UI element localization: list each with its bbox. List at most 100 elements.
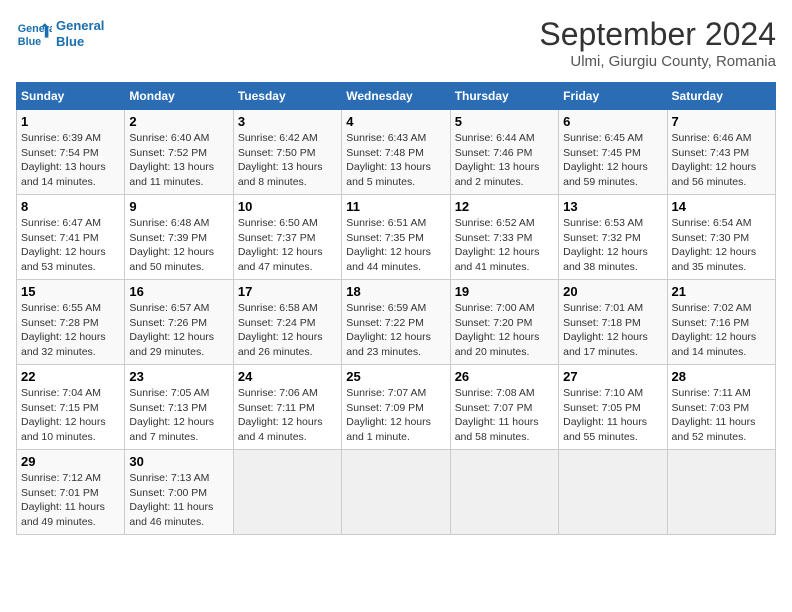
calendar-cell: 3 Sunrise: 6:42 AM Sunset: 7:50 PM Daylig… xyxy=(233,110,341,195)
day-number: 2 xyxy=(129,114,228,129)
day-info: Sunrise: 6:44 AM Sunset: 7:46 PM Dayligh… xyxy=(455,131,554,190)
day-number: 8 xyxy=(21,199,120,214)
calendar-cell: 13Sunrise: 6:53 AM Sunset: 7:32 PM Dayli… xyxy=(559,195,667,280)
day-info: Sunrise: 6:54 AM Sunset: 7:30 PM Dayligh… xyxy=(672,216,771,275)
calendar-cell: 29 Sunrise: 7:12 AM Sunset: 7:01 PM Dayli… xyxy=(17,450,125,535)
day-info: Sunrise: 6:55 AM Sunset: 7:28 PM Dayligh… xyxy=(21,301,120,360)
day-info: Sunrise: 6:52 AM Sunset: 7:33 PM Dayligh… xyxy=(455,216,554,275)
calendar-cell: 9 Sunrise: 6:48 AM Sunset: 7:39 PM Daylig… xyxy=(125,195,233,280)
calendar-table: SundayMondayTuesdayWednesdayThursdayFrid… xyxy=(16,82,776,535)
day-info: Sunrise: 6:40 AM Sunset: 7:52 PM Dayligh… xyxy=(129,131,228,190)
day-info: Sunrise: 7:05 AM Sunset: 7:13 PM Dayligh… xyxy=(129,386,228,445)
day-info: Sunrise: 6:43 AM Sunset: 7:48 PM Dayligh… xyxy=(346,131,445,190)
day-number: 7 xyxy=(672,114,771,129)
svg-text:Blue: Blue xyxy=(18,36,41,48)
page-subtitle: Ulmi, Giurgiu County, Romania xyxy=(539,53,776,70)
page-title: September 2024 xyxy=(539,16,776,53)
calendar-cell: 10Sunrise: 6:50 AM Sunset: 7:37 PM Dayli… xyxy=(233,195,341,280)
logo-line1: General xyxy=(56,18,104,33)
calendar-week-row: 8 Sunrise: 6:47 AM Sunset: 7:41 PM Daylig… xyxy=(17,195,776,280)
logo: General Blue General Blue xyxy=(16,16,104,52)
day-number: 27 xyxy=(563,369,662,384)
calendar-cell: 24Sunrise: 7:06 AM Sunset: 7:11 PM Dayli… xyxy=(233,365,341,450)
calendar-week-row: 1 Sunrise: 6:39 AM Sunset: 7:54 PM Daylig… xyxy=(17,110,776,195)
calendar-cell: 2 Sunrise: 6:40 AM Sunset: 7:52 PM Daylig… xyxy=(125,110,233,195)
day-number: 13 xyxy=(563,199,662,214)
day-number: 11 xyxy=(346,199,445,214)
calendar-cell: 17Sunrise: 6:58 AM Sunset: 7:24 PM Dayli… xyxy=(233,280,341,365)
day-info: Sunrise: 6:59 AM Sunset: 7:22 PM Dayligh… xyxy=(346,301,445,360)
day-number: 3 xyxy=(238,114,337,129)
day-number: 23 xyxy=(129,369,228,384)
column-header-tuesday: Tuesday xyxy=(233,83,341,110)
day-info: Sunrise: 7:08 AM Sunset: 7:07 PM Dayligh… xyxy=(455,386,554,445)
day-number: 4 xyxy=(346,114,445,129)
day-info: Sunrise: 6:48 AM Sunset: 7:39 PM Dayligh… xyxy=(129,216,228,275)
day-number: 9 xyxy=(129,199,228,214)
calendar-cell xyxy=(559,450,667,535)
day-number: 1 xyxy=(21,114,120,129)
column-header-wednesday: Wednesday xyxy=(342,83,450,110)
day-info: Sunrise: 7:11 AM Sunset: 7:03 PM Dayligh… xyxy=(672,386,771,445)
calendar-cell: 20Sunrise: 7:01 AM Sunset: 7:18 PM Dayli… xyxy=(559,280,667,365)
column-header-friday: Friday xyxy=(559,83,667,110)
day-info: Sunrise: 7:04 AM Sunset: 7:15 PM Dayligh… xyxy=(21,386,120,445)
calendar-cell: 18 Sunrise: 6:59 AM Sunset: 7:22 PM Dayli… xyxy=(342,280,450,365)
calendar-cell xyxy=(667,450,775,535)
calendar-cell xyxy=(342,450,450,535)
day-info: Sunrise: 6:42 AM Sunset: 7:50 PM Dayligh… xyxy=(238,131,337,190)
calendar-cell xyxy=(233,450,341,535)
calendar-cell: 14 Sunrise: 6:54 AM Sunset: 7:30 PM Dayli… xyxy=(667,195,775,280)
day-number: 26 xyxy=(455,369,554,384)
calendar-cell: 12 Sunrise: 6:52 AM Sunset: 7:33 PM Dayli… xyxy=(450,195,558,280)
calendar-week-row: 22Sunrise: 7:04 AM Sunset: 7:15 PM Dayli… xyxy=(17,365,776,450)
calendar-cell: 5 Sunrise: 6:44 AM Sunset: 7:46 PM Daylig… xyxy=(450,110,558,195)
day-info: Sunrise: 7:13 AM Sunset: 7:00 PM Dayligh… xyxy=(129,471,228,530)
day-info: Sunrise: 7:00 AM Sunset: 7:20 PM Dayligh… xyxy=(455,301,554,360)
day-info: Sunrise: 6:57 AM Sunset: 7:26 PM Dayligh… xyxy=(129,301,228,360)
calendar-week-row: 29 Sunrise: 7:12 AM Sunset: 7:01 PM Dayli… xyxy=(17,450,776,535)
column-header-sunday: Sunday xyxy=(17,83,125,110)
page-header: General Blue General Blue September 2024… xyxy=(16,16,776,70)
calendar-week-row: 15 Sunrise: 6:55 AM Sunset: 7:28 PM Dayli… xyxy=(17,280,776,365)
calendar-cell: 7Sunrise: 6:46 AM Sunset: 7:43 PM Daylig… xyxy=(667,110,775,195)
logo-text: General Blue xyxy=(56,18,104,49)
logo-line2: Blue xyxy=(56,34,84,49)
day-number: 12 xyxy=(455,199,554,214)
day-number: 18 xyxy=(346,284,445,299)
day-number: 20 xyxy=(563,284,662,299)
calendar-cell: 1 Sunrise: 6:39 AM Sunset: 7:54 PM Daylig… xyxy=(17,110,125,195)
day-number: 10 xyxy=(238,199,337,214)
day-number: 16 xyxy=(129,284,228,299)
day-number: 24 xyxy=(238,369,337,384)
day-number: 28 xyxy=(672,369,771,384)
day-info: Sunrise: 6:58 AM Sunset: 7:24 PM Dayligh… xyxy=(238,301,337,360)
calendar-cell: 26 Sunrise: 7:08 AM Sunset: 7:07 PM Dayli… xyxy=(450,365,558,450)
title-block: September 2024 Ulmi, Giurgiu County, Rom… xyxy=(539,16,776,70)
calendar-cell: 30 Sunrise: 7:13 AM Sunset: 7:00 PM Dayli… xyxy=(125,450,233,535)
calendar-cell: 6Sunrise: 6:45 AM Sunset: 7:45 PM Daylig… xyxy=(559,110,667,195)
day-info: Sunrise: 7:10 AM Sunset: 7:05 PM Dayligh… xyxy=(563,386,662,445)
day-number: 30 xyxy=(129,454,228,469)
day-info: Sunrise: 6:39 AM Sunset: 7:54 PM Dayligh… xyxy=(21,131,120,190)
day-info: Sunrise: 7:12 AM Sunset: 7:01 PM Dayligh… xyxy=(21,471,120,530)
calendar-cell: 21Sunrise: 7:02 AM Sunset: 7:16 PM Dayli… xyxy=(667,280,775,365)
column-header-thursday: Thursday xyxy=(450,83,558,110)
day-number: 29 xyxy=(21,454,120,469)
day-info: Sunrise: 7:07 AM Sunset: 7:09 PM Dayligh… xyxy=(346,386,445,445)
day-number: 15 xyxy=(21,284,120,299)
day-number: 14 xyxy=(672,199,771,214)
calendar-cell: 11 Sunrise: 6:51 AM Sunset: 7:35 PM Dayli… xyxy=(342,195,450,280)
calendar-header-row: SundayMondayTuesdayWednesdayThursdayFrid… xyxy=(17,83,776,110)
day-number: 19 xyxy=(455,284,554,299)
calendar-cell xyxy=(450,450,558,535)
day-info: Sunrise: 6:47 AM Sunset: 7:41 PM Dayligh… xyxy=(21,216,120,275)
column-header-monday: Monday xyxy=(125,83,233,110)
calendar-cell: 15 Sunrise: 6:55 AM Sunset: 7:28 PM Dayli… xyxy=(17,280,125,365)
day-info: Sunrise: 6:51 AM Sunset: 7:35 PM Dayligh… xyxy=(346,216,445,275)
calendar-cell: 8 Sunrise: 6:47 AM Sunset: 7:41 PM Daylig… xyxy=(17,195,125,280)
day-number: 5 xyxy=(455,114,554,129)
day-number: 6 xyxy=(563,114,662,129)
column-header-saturday: Saturday xyxy=(667,83,775,110)
logo-icon: General Blue xyxy=(16,16,52,52)
